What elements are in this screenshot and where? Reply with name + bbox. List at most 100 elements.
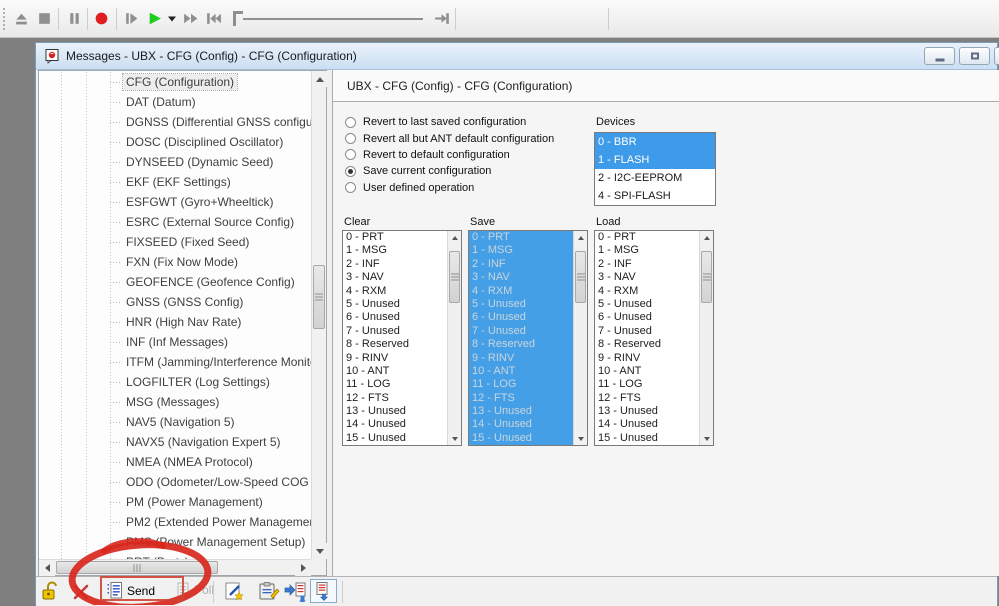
list-item[interactable]: 0 - PRT (469, 231, 573, 244)
play-icon[interactable] (146, 10, 163, 27)
tree-item[interactable]: NAVX5 (Navigation Expert 5) (39, 432, 311, 452)
list-item[interactable]: 3 - NAV (595, 271, 699, 284)
radio-icon[interactable] (345, 166, 356, 177)
tree-item[interactable]: PRT (Ports) (39, 552, 311, 559)
tree-item[interactable]: PM (Power Management) (39, 492, 311, 512)
list-item[interactable]: 3 - NAV (469, 271, 573, 284)
list-item[interactable]: 7 - Unused (343, 325, 447, 338)
scroll-down-button[interactable] (700, 432, 713, 445)
device-item[interactable]: 1 - FLASH (595, 151, 715, 169)
restore-button[interactable] (959, 47, 990, 65)
list-scrollbar[interactable] (447, 231, 461, 445)
list-item[interactable]: 7 - Unused (469, 325, 573, 338)
scrollbar-thumb[interactable] (449, 251, 460, 303)
tree-item[interactable]: HNR (High Nav Rate) (39, 312, 311, 332)
list-item[interactable]: 11 - LOG (469, 378, 573, 391)
list-item[interactable]: 14 - Unused (343, 418, 447, 431)
position-slider[interactable] (243, 18, 423, 20)
record-icon[interactable] (93, 10, 110, 27)
tree-item[interactable]: INF (Inf Messages) (39, 332, 311, 352)
step-icon[interactable] (123, 10, 140, 27)
list-item[interactable]: 0 - PRT (595, 231, 699, 244)
save-listbox[interactable]: 0 - PRT1 - MSG2 - INF3 - NAV4 - RXM5 - U… (468, 230, 588, 446)
position-slider-thumb[interactable] (233, 11, 243, 26)
list-item[interactable]: 10 - ANT (469, 365, 573, 378)
tree-item[interactable]: NMEA (NMEA Protocol) (39, 452, 311, 472)
tree-item[interactable]: CFG (Configuration) (39, 72, 311, 92)
tree-item[interactable]: NAV5 (Navigation 5) (39, 412, 311, 432)
tree-item[interactable]: PMS (Power Management Setup) (39, 532, 311, 552)
list-item[interactable]: 9 - RINV (343, 352, 447, 365)
list-item[interactable]: 6 - Unused (595, 311, 699, 324)
list-item[interactable]: 4 - RXM (343, 285, 447, 298)
eject-icon[interactable] (13, 10, 30, 27)
scrollbar-thumb[interactable] (701, 251, 712, 303)
list-item[interactable]: 0 - PRT (343, 231, 447, 244)
fast-forward-icon[interactable] (182, 10, 199, 27)
tree-horizontal-scrollbar[interactable] (39, 559, 311, 575)
radio-icon[interactable] (345, 182, 356, 193)
list-item[interactable]: 1 - MSG (469, 244, 573, 257)
list-item[interactable]: 13 - Unused (595, 405, 699, 418)
radio-option[interactable]: User defined operation (345, 180, 554, 196)
poll-button[interactable]: Poll (175, 581, 214, 599)
minimize-button[interactable] (924, 47, 955, 65)
tree-item[interactable]: MSG (Messages) (39, 392, 311, 412)
list-item[interactable]: 9 - RINV (469, 352, 573, 365)
tree-item[interactable]: DOSC (Disciplined Oscillator) (39, 132, 311, 152)
scroll-right-button[interactable] (295, 560, 311, 576)
list-item[interactable]: 9 - RINV (595, 352, 699, 365)
device-item[interactable]: 0 - BBR (595, 133, 715, 151)
list-item[interactable]: 15 - Unused (343, 432, 447, 445)
tree-item[interactable]: PM2 (Extended Power Managemen (39, 512, 311, 532)
list-item[interactable]: 5 - Unused (343, 298, 447, 311)
clear-listbox[interactable]: 0 - PRT1 - MSG2 - INF3 - NAV4 - RXM5 - U… (342, 230, 462, 446)
tree-vertical-scrollbar[interactable] (311, 71, 326, 559)
list-item[interactable]: 13 - Unused (343, 405, 447, 418)
close-button[interactable] (994, 47, 999, 65)
tree-item[interactable]: ESFGWT (Gyro+Wheeltick) (39, 192, 311, 212)
customize-view-icon[interactable] (224, 581, 245, 602)
list-item[interactable]: 14 - Unused (595, 418, 699, 431)
scroll-down-button[interactable] (448, 432, 461, 445)
radio-option[interactable]: Save current configuration (345, 163, 554, 179)
list-item[interactable]: 2 - INF (595, 258, 699, 271)
list-scrollbar[interactable] (573, 231, 587, 445)
toolbar-gripper[interactable] (3, 8, 5, 30)
tree-item[interactable]: ITFM (Jamming/Interference Monito (39, 352, 311, 372)
list-item[interactable]: 8 - Reserved (469, 338, 573, 351)
tree-item[interactable]: EKF (EKF Settings) (39, 172, 311, 192)
radio-icon[interactable] (345, 149, 356, 160)
scroll-up-button[interactable] (574, 231, 587, 244)
tree-item[interactable]: ODO (Odometer/Low-Speed COG f (39, 472, 311, 492)
scroll-down-button[interactable] (312, 543, 327, 559)
load-listbox[interactable]: 0 - PRT1 - MSG2 - INF3 - NAV4 - RXM5 - U… (594, 230, 714, 446)
notes-icon[interactable] (258, 581, 280, 602)
scrollbar-thumb[interactable] (575, 251, 586, 303)
scroll-down-button[interactable] (574, 432, 587, 445)
export-list-button[interactable] (310, 579, 337, 603)
skip-to-end-icon[interactable] (433, 10, 450, 27)
scrollbar-thumb[interactable] (56, 561, 218, 574)
stop-icon[interactable] (36, 10, 53, 27)
tree-item[interactable]: LOGFILTER (Log Settings) (39, 372, 311, 392)
radio-option[interactable]: Revert to default configuration (345, 147, 554, 163)
devices-listbox[interactable]: 0 - BBR1 - FLASH2 - I2C-EEPROM4 - SPI-FL… (594, 132, 716, 206)
scroll-up-button[interactable] (312, 71, 327, 87)
tree-item[interactable]: GEOFENCE (Geofence Config) (39, 272, 311, 292)
open-lock-icon[interactable] (40, 581, 60, 602)
list-item[interactable]: 12 - FTS (595, 392, 699, 405)
list-item[interactable]: 5 - Unused (595, 298, 699, 311)
radio-icon[interactable] (345, 117, 356, 128)
device-item[interactable]: 4 - SPI-FLASH (595, 187, 715, 205)
pause-icon[interactable] (66, 10, 83, 27)
list-item[interactable]: 10 - ANT (343, 365, 447, 378)
radio-option[interactable]: Revert to last saved configuration (345, 114, 554, 130)
scrollbar-thumb[interactable] (313, 265, 325, 329)
list-item[interactable]: 11 - LOG (343, 378, 447, 391)
tree-item[interactable]: ESRC (External Source Config) (39, 212, 311, 232)
list-item[interactable]: 13 - Unused (469, 405, 573, 418)
list-item[interactable]: 15 - Unused (595, 432, 699, 445)
tree-item[interactable]: GNSS (GNSS Config) (39, 292, 311, 312)
list-item[interactable]: 7 - Unused (595, 325, 699, 338)
